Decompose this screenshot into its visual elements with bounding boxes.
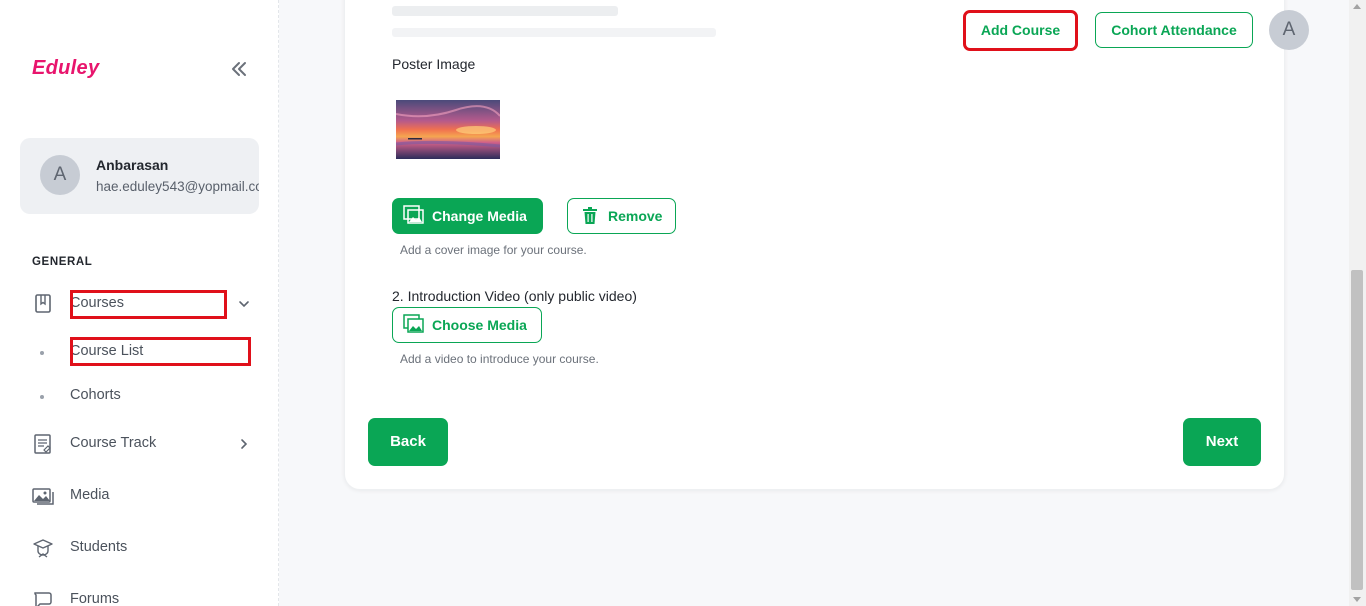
intro-helper-text: Add a video to introduce your course.: [400, 352, 599, 366]
sunset-thumbnail: [396, 100, 500, 159]
page-scrollbar[interactable]: [1349, 0, 1366, 606]
sidebar-item-label: Students: [70, 539, 128, 555]
sidebar-subitem-course-list[interactable]: Course List: [32, 341, 252, 363]
sidebar-item-media[interactable]: Media: [32, 483, 252, 509]
collapse-sidebar-icon[interactable]: [228, 58, 250, 80]
change-media-button[interactable]: Change Media: [392, 198, 543, 234]
scroll-thumb[interactable]: [1351, 270, 1363, 590]
poster-helper-text: Add a cover image for your course.: [400, 243, 587, 257]
sidebar-item-label: Courses: [70, 295, 124, 311]
graduation-cap-icon: [33, 539, 53, 558]
sidebar-item-label: Course Track: [70, 435, 157, 451]
book-icon: [35, 294, 51, 313]
sidebar-subitem-cohorts[interactable]: Cohorts: [32, 385, 252, 407]
section-label-general: GENERAL: [32, 256, 93, 268]
choose-media-button[interactable]: Choose Media: [392, 307, 542, 343]
sidebar-item-forums[interactable]: Forums: [32, 587, 252, 606]
faded-text: [392, 6, 618, 16]
sidebar-item-courses[interactable]: Courses: [32, 291, 252, 317]
trash-icon: [583, 207, 597, 224]
avatar: A: [40, 155, 80, 195]
sidebar-item-label: Media: [70, 487, 110, 503]
document-icon: [34, 434, 51, 454]
chat-icon: [34, 592, 52, 606]
bullet-dot: [40, 351, 44, 355]
bullet-dot: [40, 395, 44, 399]
images-icon: [32, 488, 54, 505]
scroll-up-arrow-icon[interactable]: [1353, 4, 1361, 9]
profile-avatar[interactable]: A: [1269, 10, 1309, 50]
next-button[interactable]: Next: [1183, 418, 1261, 466]
media-gallery-icon: [403, 205, 424, 224]
sidebar-item-students[interactable]: Students: [32, 535, 252, 561]
poster-image-preview: [396, 100, 500, 159]
sidebar-item-course-track[interactable]: Course Track: [32, 431, 252, 457]
change-media-label: Change Media: [432, 208, 527, 224]
user-card[interactable]: A Anbarasan hae.eduley543@yopmail.com: [20, 138, 259, 214]
media-gallery-icon: [403, 314, 424, 333]
remove-media-button[interactable]: Remove: [567, 198, 676, 234]
chevron-down-icon: [239, 301, 249, 308]
back-button[interactable]: Back: [368, 418, 448, 466]
remove-label: Remove: [608, 208, 663, 224]
sidebar: Eduley A Anbarasan hae.eduley543@yopmail…: [0, 0, 279, 606]
user-email: hae.eduley543@yopmail.com: [96, 179, 259, 194]
cohort-attendance-button[interactable]: Cohort Attendance: [1095, 12, 1253, 48]
sidebar-item-label: Course List: [70, 343, 144, 359]
app-logo[interactable]: Eduley: [32, 57, 99, 80]
faded-text: [392, 28, 716, 37]
sidebar-item-label: Cohorts: [70, 387, 121, 403]
add-course-button[interactable]: Add Course: [963, 10, 1078, 51]
intro-video-label: 2. Introduction Video (only public video…: [392, 288, 637, 304]
poster-image-label: Poster Image: [392, 56, 476, 72]
scroll-down-arrow-icon[interactable]: [1353, 597, 1361, 602]
user-name: Anbarasan: [96, 157, 169, 173]
chevron-right-icon: [241, 439, 248, 449]
sidebar-item-label: Forums: [70, 591, 120, 606]
choose-media-label: Choose Media: [432, 317, 527, 333]
